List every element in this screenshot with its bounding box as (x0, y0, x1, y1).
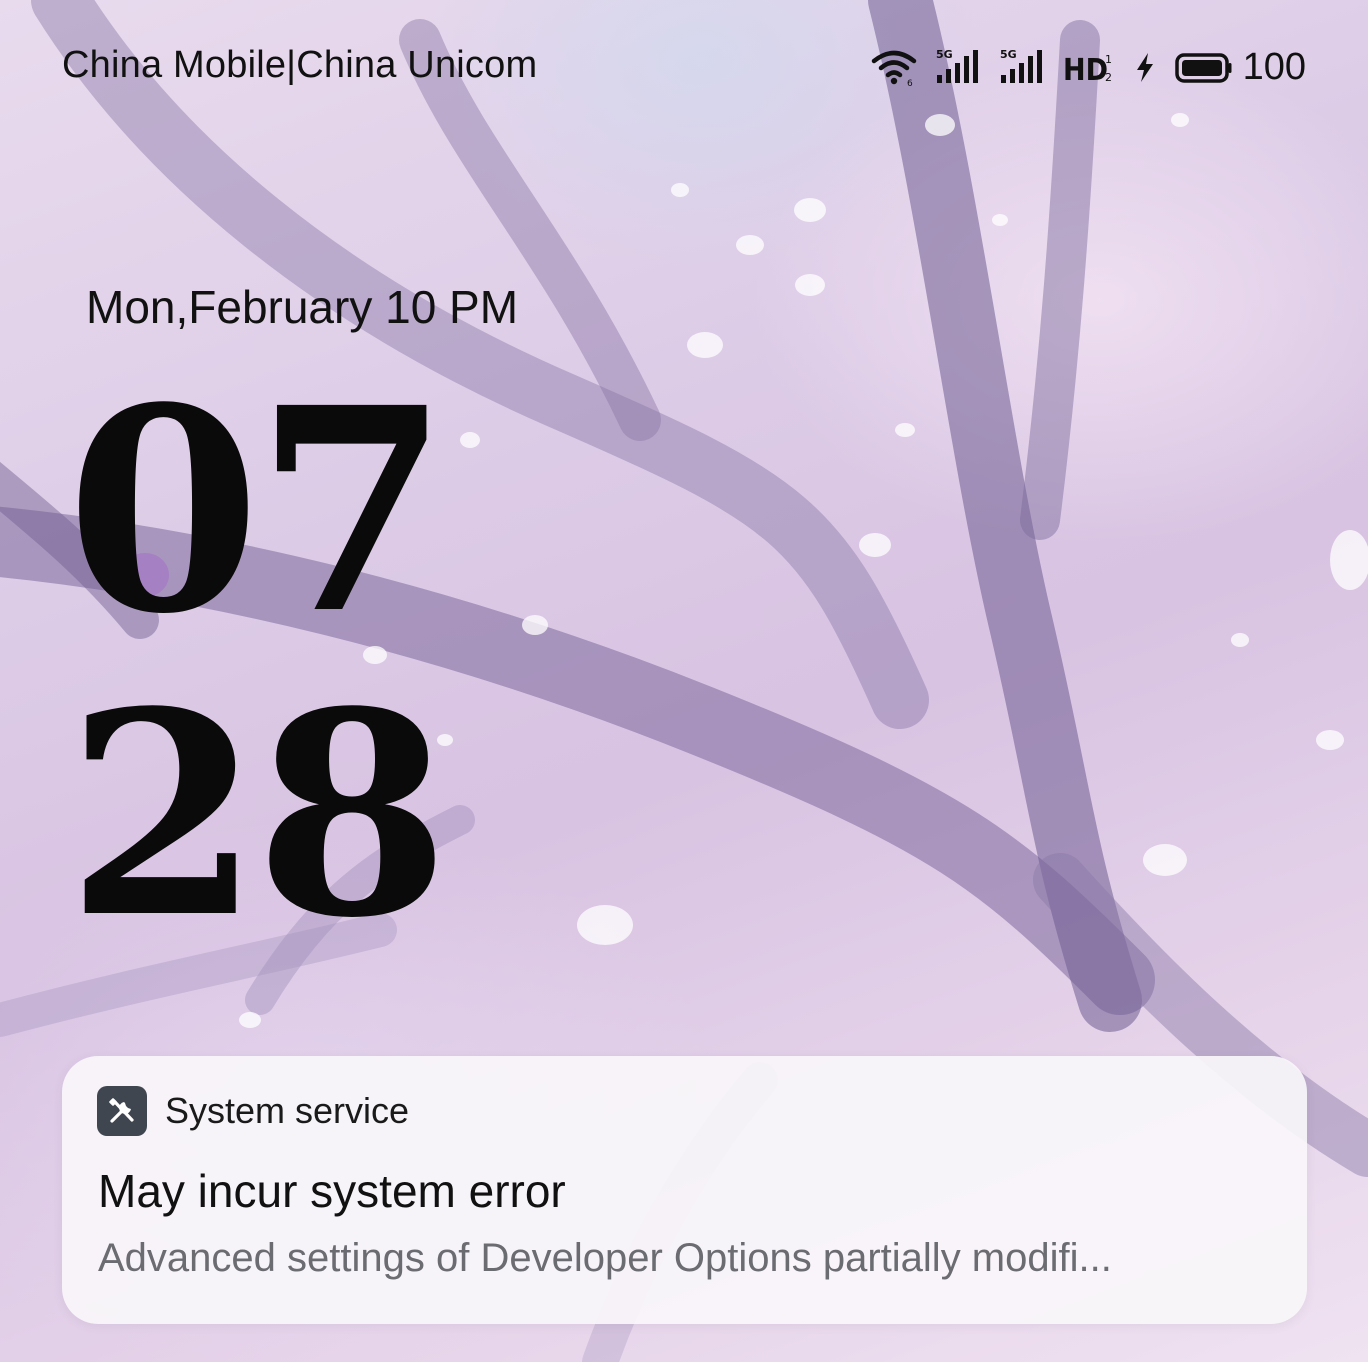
charging-icon (1133, 47, 1157, 87)
svg-text:2: 2 (1105, 71, 1112, 84)
svg-text:5G: 5G (936, 48, 953, 61)
tools-icon (97, 1086, 147, 1136)
notification-body: Advanced settings of Developer Options p… (98, 1236, 1112, 1280)
status-bar: China Mobile|China Unicom 6 5G 5G HD 1 2… (0, 40, 1368, 94)
notification-title: May incur system error (98, 1165, 566, 1217)
svg-text:1: 1 (1105, 53, 1112, 66)
status-icons: 6 5G 5G HD 1 2 100 (871, 44, 1306, 90)
lock-screen-date: Mon,February 10 PM (86, 281, 519, 333)
hd-voice-icon: HD 1 2 (1063, 47, 1115, 87)
signal-5g-icon-sim2: 5G (999, 47, 1045, 87)
svg-text:6: 6 (907, 79, 913, 87)
carrier-name: China Mobile|China Unicom (62, 44, 538, 86)
notification-card[interactable]: System service May incur system error Ad… (62, 1056, 1307, 1324)
signal-5g-icon-sim1: 5G (935, 47, 981, 87)
wifi-icon: 6 (871, 47, 917, 87)
svg-text:HD: HD (1063, 53, 1108, 87)
notification-app-name: System service (165, 1090, 410, 1131)
svg-text:5G: 5G (1000, 48, 1017, 61)
clock-minutes: 28 (66, 651, 450, 980)
battery-percentage: 100 (1242, 45, 1306, 88)
battery-icon (1174, 47, 1233, 87)
clock-hours: 07 (66, 347, 450, 676)
